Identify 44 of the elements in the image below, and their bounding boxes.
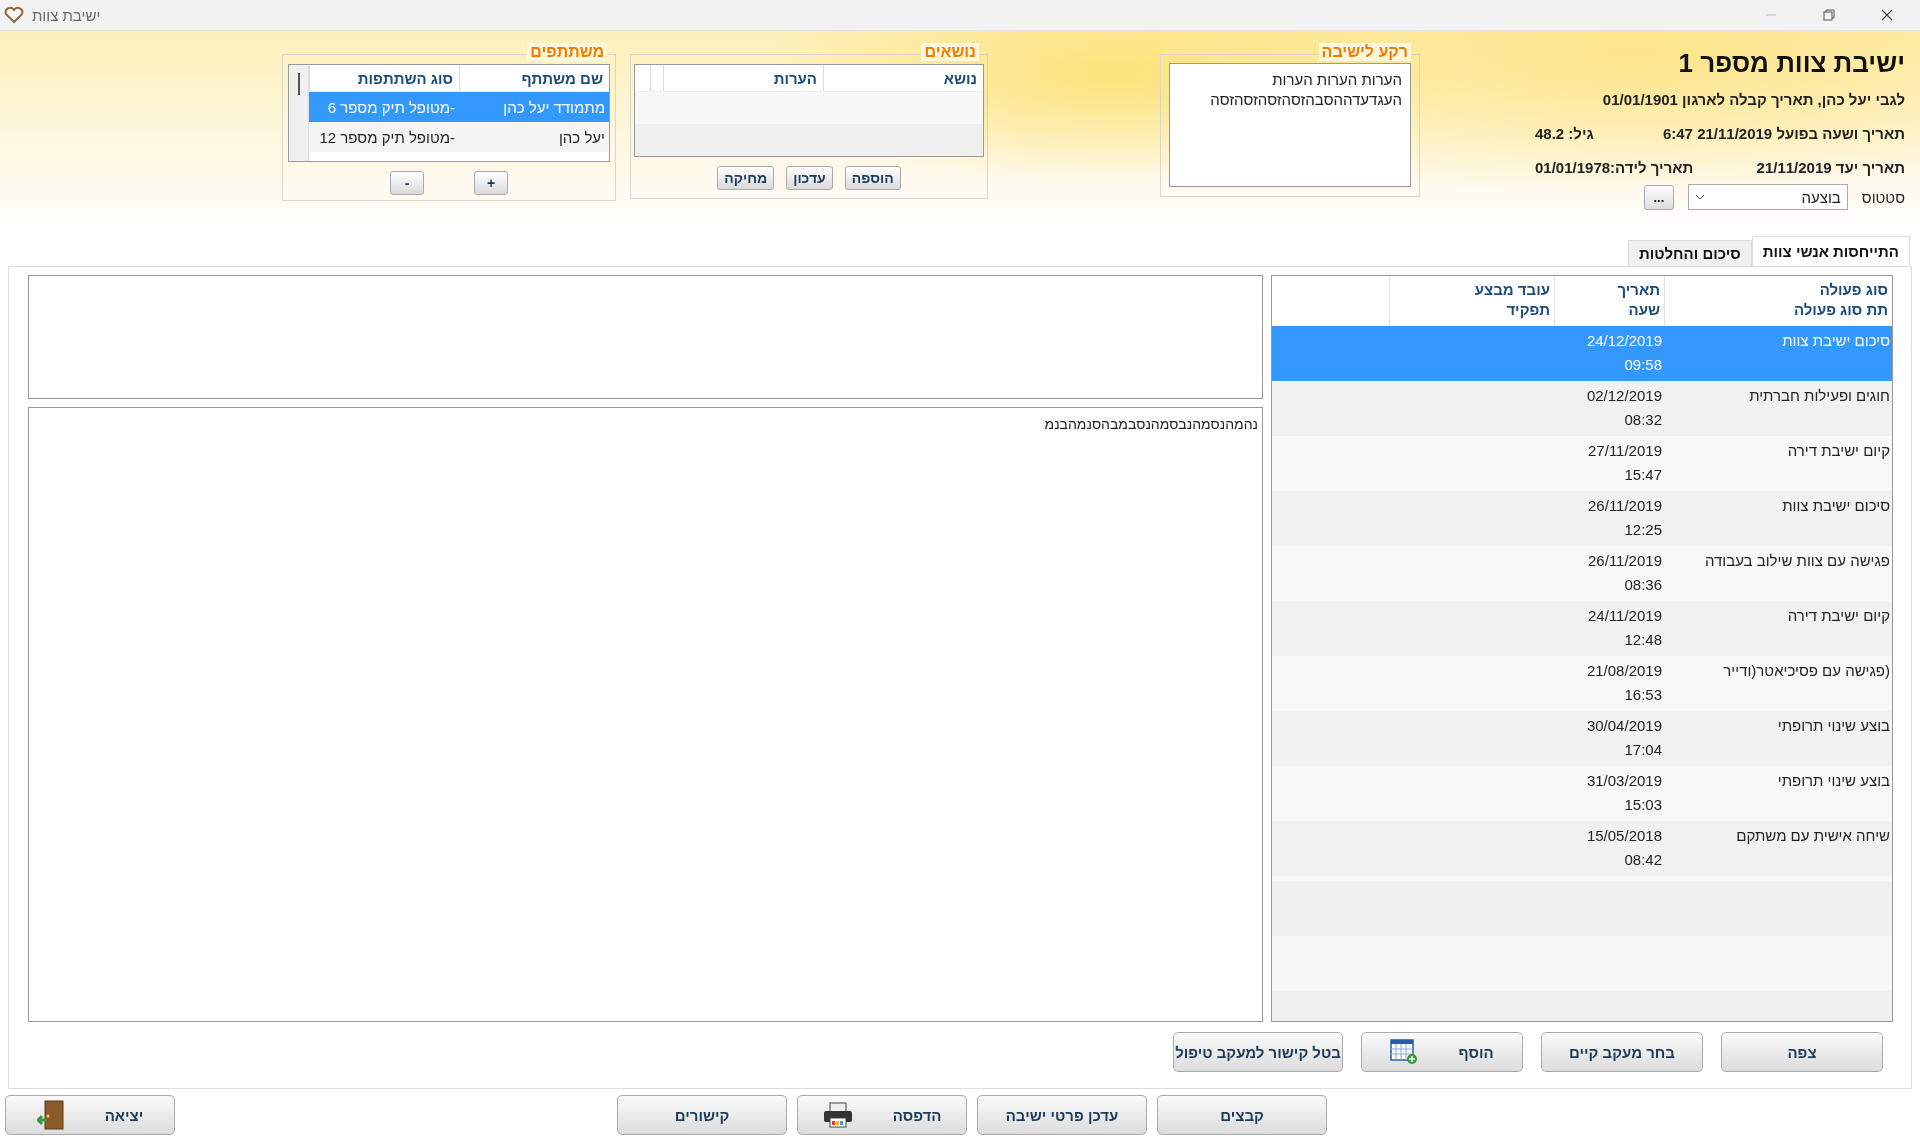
target-date-text: תאריך יעד 21/11/2019 [1756,159,1905,176]
notes-textarea[interactable] [28,275,1263,399]
footer-button[interactable]: הדפסה [797,1095,967,1135]
topic-button[interactable]: עדכון [786,166,833,190]
participants-title: משתתפים [527,43,607,61]
participant-button[interactable]: - [390,171,424,195]
participant-row[interactable]: יעל כהן -מטופל תיק מספר 12 [309,122,609,152]
action-button[interactable]: בטל קישור למעקב טיפול [1173,1032,1343,1072]
participant-button[interactable]: + [474,171,508,195]
more-button[interactable]: ... [1643,184,1674,210]
calendar-add-icon [1390,1039,1419,1065]
subject-text: לגבי יעל כהן, תאריך קבלה לארגון 01/01/1901 [1601,91,1905,108]
column-header: הערות [663,65,823,91]
meeting-title: ישיבת צוות מספר 1 [1677,48,1905,79]
background-title: רקע לישיבה [1318,43,1411,61]
background-textarea[interactable]: הערות הערות הערות העגדעדההסבהזסהזסהזסהזסה [1169,63,1411,187]
tab[interactable]: התייחסות אנשי צוות [1751,236,1910,266]
door-exit-icon [36,1100,65,1130]
status-dropdown[interactable]: בוצעה [1687,184,1848,210]
topics-title: נושאים [921,43,979,61]
footer-button[interactable]: עדכן פרטי ישיבה [977,1095,1147,1135]
notes-textarea[interactable]: נהמהנסמהנבסמהנסבמבהסנמהבנמ [28,407,1263,1022]
action-button[interactable]: צפה [1721,1032,1883,1072]
action-button[interactable]: הוסף [1361,1032,1523,1072]
printer-icon [822,1102,853,1128]
chevron-down-icon [1694,194,1705,200]
topic-button[interactable]: הוספה [844,166,901,190]
age-text: גיל: 48.2 [1535,125,1594,142]
footer-button[interactable]: יציאה [5,1095,175,1135]
column-header: נושא [823,65,983,91]
column-header: שם משתתף [459,65,609,91]
restore-icon [1823,9,1835,21]
actual-datetime-text: תאריך ושעה בפועל 21/11/2019 6:47 [1662,125,1905,142]
window-title: ישיבת צוות [32,6,101,24]
status-label: סטטוס [1861,188,1905,206]
footer-button[interactable]: קישורים [617,1095,787,1135]
action-button[interactable]: בחר מעקב קיים [1541,1032,1703,1072]
close-icon [1881,9,1893,21]
birth-date-text: תאריך לידה:01/01/1978 [1535,159,1694,176]
tab[interactable]: סיכום והחלטות [1627,240,1752,266]
topic-button[interactable]: מחיקה [717,166,775,190]
scrollbar[interactable] [289,65,309,161]
footer-button[interactable]: קבצים [1157,1095,1327,1135]
heart-logo-icon [4,6,24,24]
